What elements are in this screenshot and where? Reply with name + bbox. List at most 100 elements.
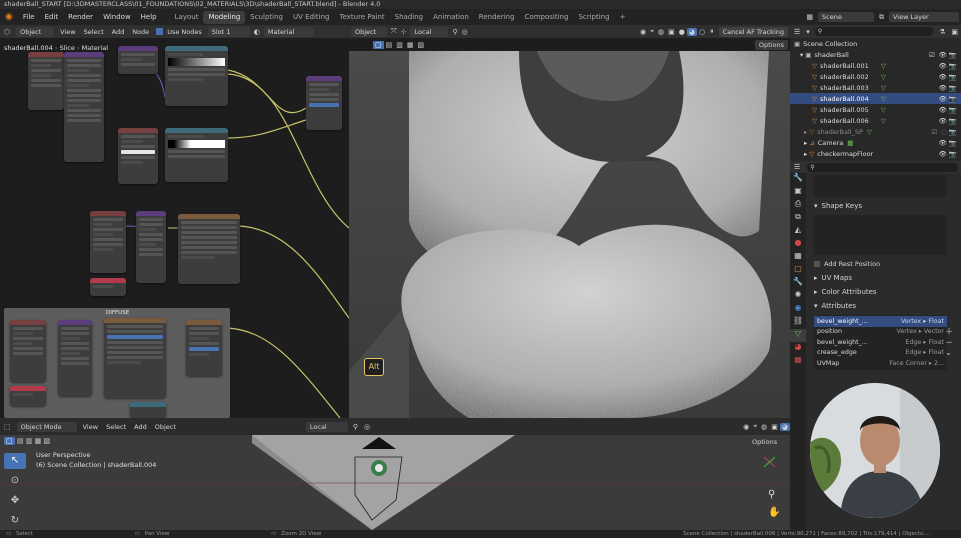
attribute-row[interactable]: bevel_weight_... Vertex ▸ Float (814, 316, 947, 327)
tab-layout[interactable]: Layout (170, 11, 204, 24)
node-menu-add[interactable]: Add (108, 28, 129, 36)
camera-icon[interactable]: 📷 (949, 150, 961, 158)
lower-proportional-icon[interactable]: ◎ (361, 423, 373, 431)
modifier-tab-icon[interactable]: 🔧 (790, 277, 806, 290)
camera-icon[interactable]: 📷 (949, 84, 961, 92)
editor-type-icon[interactable]: ⬡ (0, 28, 14, 36)
node-mapping-1[interactable] (64, 52, 104, 162)
lower-select-box-icon[interactable]: ▢ (4, 437, 15, 445)
visibility-icon[interactable]: ◉ (638, 28, 648, 36)
node-vector-math-1[interactable] (118, 46, 158, 74)
camera-icon[interactable]: 📷 (949, 51, 961, 59)
node-color-ramp-2[interactable] (165, 128, 228, 182)
view-layer-selector[interactable]: View Layer (889, 12, 959, 22)
shape-keys-list[interactable] (814, 215, 947, 255)
node-mapping-3[interactable] (58, 320, 92, 396)
filter-icon[interactable]: ⚗ (936, 28, 948, 36)
lower-select-extend-icon[interactable]: ▤ (17, 437, 24, 445)
add-attribute-icon[interactable]: ＋ (945, 326, 957, 337)
outliner-item-3[interactable]: ▽ shaderBall.003 ▽ 👁 📷 (790, 82, 961, 93)
outliner-row-scene-collection[interactable]: ▣ Scene Collection (790, 38, 961, 49)
remove-attribute-icon[interactable]: － (945, 337, 957, 348)
color-ramp-gradient-2[interactable] (168, 140, 225, 148)
add-rest-position-row[interactable]: Add Rest Position (808, 257, 961, 271)
checkbox-icon[interactable] (156, 28, 164, 35)
eye-icon[interactable]: 👁 (939, 84, 949, 92)
properties-editor-icon[interactable]: ☰ (790, 163, 804, 171)
lower-visibility-icon[interactable]: ◉ (741, 423, 751, 431)
hidden-eye-icon[interactable]: ◌ (941, 128, 949, 136)
lower-xray-icon[interactable]: ▣ (769, 423, 780, 431)
attributes-section[interactable]: ▾ Attributes (808, 299, 961, 313)
menu-edit[interactable]: Edit (40, 13, 64, 21)
collection-tab-icon[interactable]: ▦ (790, 251, 806, 264)
node-value-2[interactable] (10, 386, 46, 406)
scene-tab-icon[interactable]: ◭ (790, 225, 806, 238)
checkbox-icon[interactable]: ☑ (929, 51, 939, 59)
attribute-row[interactable]: position Vertex ▸ Vector (814, 327, 947, 338)
tab-compositing[interactable]: Compositing (520, 11, 574, 24)
add-workspace-button[interactable]: + (615, 11, 631, 24)
lower-overlay-icon[interactable]: ◍ (759, 423, 769, 431)
color-attributes-section[interactable]: ▸ Color Attributes (808, 285, 961, 299)
data-tab-icon[interactable]: ▽ (790, 329, 806, 342)
lower-snapping-icon[interactable]: ⚲ (350, 423, 361, 431)
texture-tab-icon[interactable]: ▦ (790, 355, 806, 368)
attribute-row[interactable]: UVMap Face Corner ▸ 2... (814, 358, 947, 369)
viewport-options-button[interactable]: Options (754, 39, 788, 50)
eye-icon[interactable]: 👁 (939, 139, 949, 147)
node-color-ramp-1[interactable] (165, 46, 228, 106)
overlay-icon[interactable]: ◍ (656, 28, 666, 36)
cursor-icon[interactable]: ↖ (4, 453, 26, 469)
pause-icon[interactable]: ⏸ (707, 27, 717, 36)
lower-orientation-dropdown[interactable]: Local (305, 421, 348, 432)
shape-keys-section[interactable]: ▾ Shape Keys (808, 199, 961, 213)
tab-shading[interactable]: Shading (390, 11, 428, 24)
shading-solid-icon[interactable]: ● (677, 28, 687, 36)
outliner-row-shaderball-collection[interactable]: ▾ ▣ shaderBall ☑ 👁 📷 (790, 49, 961, 60)
view-layer-tab-icon[interactable]: ⧉ (790, 212, 806, 225)
object-mode-dropdown[interactable]: Object Mode (16, 421, 77, 432)
hand-icon[interactable]: ✋ (768, 507, 780, 518)
eye-icon[interactable]: 👁 (939, 117, 949, 125)
world-tab-icon[interactable]: ● (790, 238, 806, 251)
material-dropdown[interactable]: Material (263, 26, 314, 37)
node-texture-coordinate-1[interactable] (28, 52, 64, 110)
slot-dropdown[interactable]: Slot 1 (207, 26, 250, 37)
lower-viewport-3d[interactable]: User Perspective (6) Scene Collection | … (0, 435, 790, 530)
new-collection-icon[interactable]: ▣ (948, 28, 961, 36)
node-menu-node[interactable]: Node (128, 28, 153, 36)
outliner-item-4-selected[interactable]: ▽ shaderBall.004 ▽ 👁 📷 (790, 93, 961, 104)
lower-select-difference-icon[interactable]: ▦ (35, 437, 42, 445)
tab-uv-editing[interactable]: UV Editing (288, 11, 335, 24)
lower-select-subtract-icon[interactable]: ▥ (26, 437, 33, 445)
node-mapping-2[interactable] (136, 211, 166, 283)
material-tab-icon[interactable]: ◕ (790, 342, 806, 355)
viewport-mode-dropdown[interactable]: Object (351, 26, 387, 37)
checkbox-icon[interactable] (814, 261, 820, 267)
outliner-extra-1[interactable]: ▸ ▽ shaderBall_SP ▽ ☑ ◌ 📷 (790, 126, 961, 137)
camera-icon[interactable]: 📷 (949, 128, 961, 136)
menu-render[interactable]: Render (63, 13, 98, 21)
select-box-icon[interactable]: ▢ (373, 40, 384, 49)
menu-help[interactable]: Help (136, 13, 162, 21)
menu-window[interactable]: Window (98, 13, 136, 21)
node-texture-coordinate-3[interactable] (10, 320, 46, 382)
object-tab-icon[interactable]: ▢ (790, 264, 806, 277)
tool-tab-icon[interactable]: 🔧 (790, 173, 806, 186)
outliner-item-2[interactable]: ▽ shaderBall.002 ▽ 👁 📷 (790, 71, 961, 82)
node-rgb[interactable] (130, 402, 166, 418)
eye-icon[interactable]: 👁 (939, 62, 949, 70)
select-intersect-icon[interactable]: ▧ (416, 41, 427, 49)
checkbox-icon[interactable]: ☑ (931, 128, 941, 136)
tab-sculpting[interactable]: Sculpting (245, 11, 288, 24)
select-subtract-icon[interactable]: ▥ (394, 41, 405, 49)
snapping-icon[interactable]: ⚲ (450, 28, 459, 36)
properties-search[interactable]: ⚲ (807, 162, 958, 172)
shading-material-icon[interactable]: ◕ (686, 27, 697, 36)
uv-maps-section[interactable]: ▸ UV Maps (808, 271, 961, 285)
lower-menu-select[interactable]: Select (102, 423, 130, 431)
output-tab-icon[interactable]: ⎙ (790, 199, 806, 212)
tab-animation[interactable]: Animation (428, 11, 474, 24)
scene-selector[interactable]: Scene (818, 12, 874, 22)
